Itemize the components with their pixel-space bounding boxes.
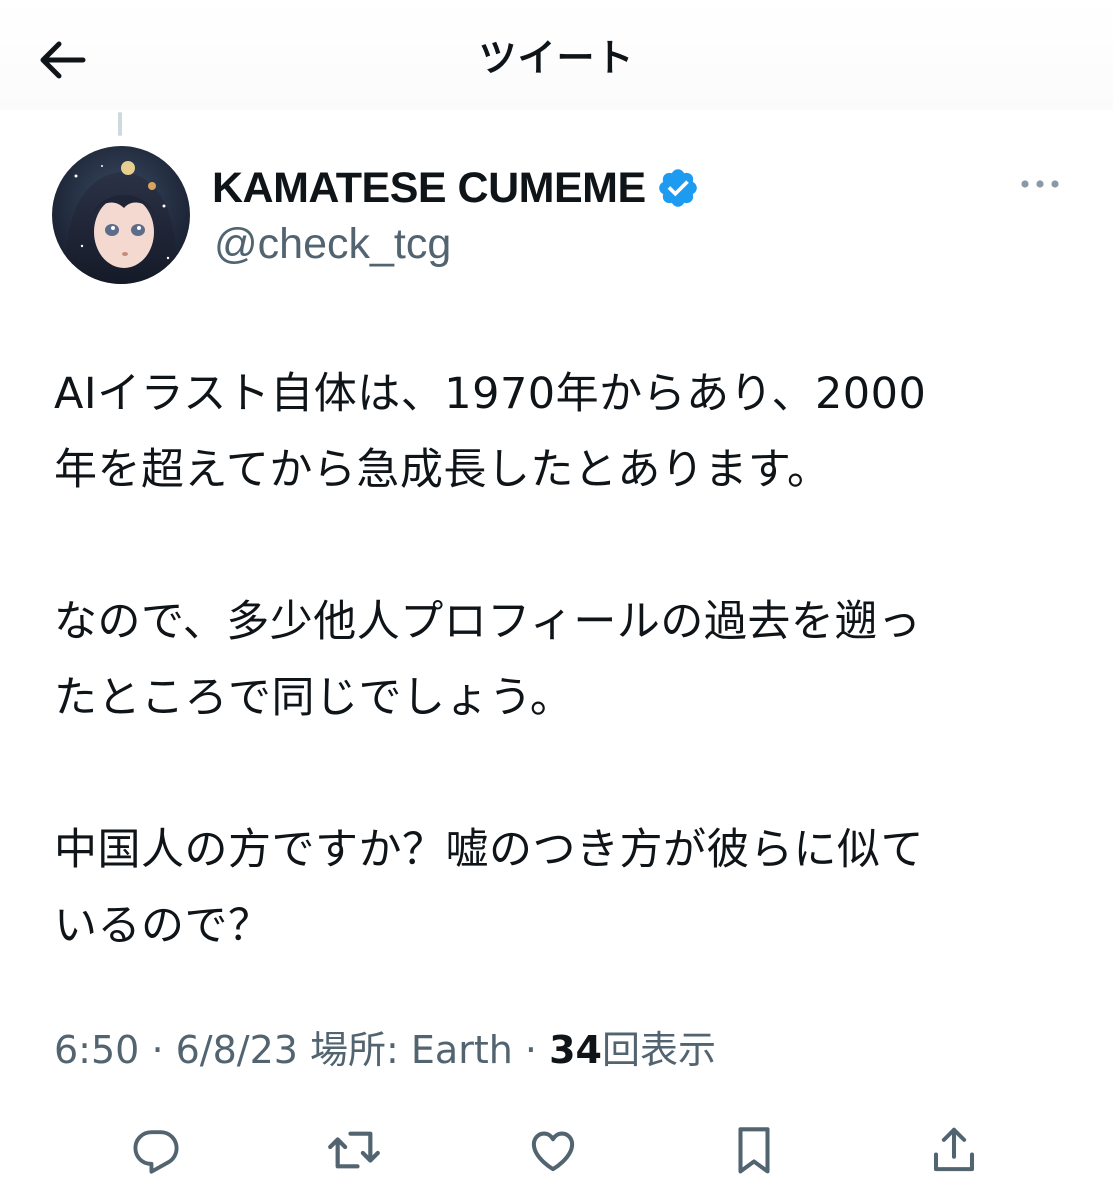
tweet-text: AIイラスト自体は、1970年からあり、2000 年を超えてから急成長したとあり…: [54, 356, 1064, 964]
tweet-metadata: 6:50 · 6/8/23 場所: Earth · 34回表示: [54, 1022, 716, 1078]
author-display-name[interactable]: KAMATESE CUMEME: [212, 158, 700, 218]
tweet-line: いるので？: [54, 901, 272, 951]
author-handle[interactable]: @check_tcg: [214, 214, 451, 274]
avatar[interactable]: [52, 146, 190, 284]
like-icon: [531, 1131, 575, 1172]
top-navigation-bar: ツイート: [0, 0, 1113, 110]
tweet-line: たところで同じでしょう。: [54, 673, 574, 723]
more-dots-icon: [1021, 180, 1059, 188]
tweet-line: AIイラスト自体は、1970年からあり、2000: [54, 369, 927, 419]
reply-button[interactable]: [126, 1120, 186, 1180]
thread-connector-line: [118, 112, 122, 136]
views-count[interactable]: 34: [549, 1028, 602, 1072]
verified-badge-icon: [658, 169, 697, 207]
tweet-paragraph: なので、多少他人プロフィールの過去を遡っ たところで同じでしょう。: [54, 584, 1064, 736]
tweet-line: 中国人の方ですか？嘘のつき方が彼らに似て: [54, 825, 924, 875]
tweet-action-bar: [0, 1100, 1113, 1200]
display-name-text: KAMATESE CUMEME: [212, 163, 646, 212]
tweet-line: なので、多少他人プロフィールの過去を遡っ: [54, 597, 922, 647]
retweet-icon: [328, 1131, 380, 1169]
separator: ·: [151, 1028, 164, 1072]
tweet-date[interactable]: 6/8/23: [176, 1028, 298, 1072]
share-icon: [933, 1127, 975, 1172]
tweet-paragraph: 中国人の方ですか？嘘のつき方が彼らに似て いるので？: [54, 812, 1064, 964]
share-button[interactable]: [924, 1120, 984, 1180]
page-title: ツイート: [478, 36, 635, 80]
more-options-button[interactable]: [1012, 164, 1068, 204]
views-label[interactable]: 回表示: [602, 1028, 716, 1072]
tweet-line: 年を超えてから急成長したとあります。: [54, 445, 831, 495]
bookmark-button[interactable]: [724, 1120, 784, 1180]
reply-icon: [133, 1130, 179, 1174]
separator: ·: [524, 1028, 538, 1072]
like-button[interactable]: [523, 1120, 583, 1180]
retweet-button[interactable]: [324, 1120, 384, 1180]
tweet-paragraph: AIイラスト自体は、1970年からあり、2000 年を超えてから急成長したとあり…: [54, 356, 1064, 508]
tweet-time[interactable]: 6:50: [54, 1028, 139, 1072]
bookmark-icon: [738, 1127, 770, 1174]
tweet-location: 場所: Earth: [310, 1028, 513, 1072]
